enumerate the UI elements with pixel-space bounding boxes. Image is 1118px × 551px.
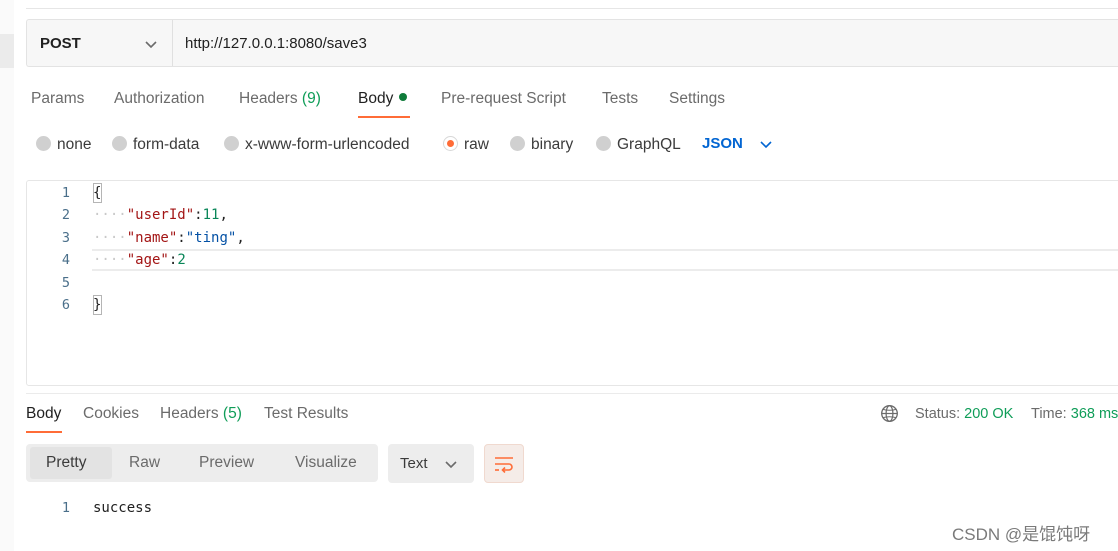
view-raw-button[interactable]: Raw [129,454,160,472]
code-line: } [93,297,102,313]
active-tab-indicator [358,116,410,118]
top-divider [26,8,1118,9]
json-key: "name" [126,230,178,246]
line-number: 1 [61,185,70,201]
current-line-highlight [92,249,1118,271]
tab-authorization[interactable]: Authorization [114,90,204,108]
method-label: POST [40,35,81,52]
code-line: ····"age":2 [93,252,186,268]
tab-body-label: Body [358,90,394,107]
response-format-select[interactable]: Text [388,444,474,483]
json-colon: : [194,207,203,223]
wrap-lines-icon [495,457,513,473]
radio-binary-label[interactable]: binary [531,136,573,154]
status-value: 200 OK [964,406,1014,422]
json-colon: : [177,230,186,246]
view-preview-button[interactable]: Preview [199,454,254,472]
wrap-lines-button[interactable] [484,444,524,483]
line-number: 4 [61,252,70,268]
format-select[interactable]: JSON [702,135,743,152]
view-visualize-button[interactable]: Visualize [295,454,357,472]
time-value: 368 ms [1070,406,1118,422]
url-bar: POST http://127.0.0.1:8080/save3 [26,19,1118,67]
radio-form-data-label[interactable]: form-data [133,136,199,154]
response-divider [26,393,1118,394]
json-key: "userId" [126,207,195,223]
radio-none[interactable] [36,136,51,151]
tab-prerequest-script[interactable]: Pre-request Script [441,90,566,108]
tab-headers-label: Headers [239,90,298,107]
tab-params[interactable]: Params [31,90,84,108]
radio-urlencoded[interactable] [224,136,239,151]
code-line: ····"name":"ting", [93,230,245,246]
line-number: 1 [61,500,70,516]
radio-none-label[interactable]: none [57,136,91,154]
tab-headers-count: (9) [301,90,321,107]
url-input[interactable]: http://127.0.0.1:8080/save3 [185,35,367,52]
sidebar-selected-item[interactable] [0,34,14,68]
line-number: 6 [61,297,70,313]
status-indicator[interactable]: Status: 200 OK [915,406,1013,422]
chevron-down-icon[interactable] [759,137,773,151]
watermark: CSDN @是馄饨呀 [952,525,1091,544]
tab-body[interactable]: Body [358,90,408,108]
globe-icon[interactable] [880,404,899,423]
time-label: Time: [1031,406,1067,422]
chevron-down-icon [145,41,157,49]
tab-headers[interactable]: Headers (9) [239,90,321,108]
tab-settings[interactable]: Settings [669,90,725,108]
indent-guide: ···· [93,230,127,246]
json-comma: , [219,207,228,223]
radio-raw[interactable] [443,136,458,151]
response-body-text: success [93,500,153,516]
tab-tests[interactable]: Tests [602,90,638,108]
code-line: ····"userId":11, [93,207,228,223]
body-modified-dot [399,93,408,101]
status-label: Status: [915,406,961,422]
json-comma: , [236,230,245,246]
chevron-down-icon [445,461,457,469]
response-tab-headers-count: (5) [222,405,242,422]
code-line: { [93,185,102,201]
radio-form-data[interactable] [112,136,127,151]
json-value: 2 [177,252,186,268]
method-select[interactable]: POST [27,20,173,66]
response-tab-headers-label: Headers [160,405,219,422]
line-number: 3 [61,230,70,246]
radio-graphql-label[interactable]: GraphQL [617,136,681,154]
indent-guide: ···· [93,207,127,223]
json-value: 11 [202,207,220,223]
radio-raw-label[interactable]: raw [464,136,489,154]
left-sidebar-strip [0,0,14,551]
response-tab-test-results[interactable]: Test Results [264,405,348,423]
response-tab-cookies[interactable]: Cookies [83,405,139,423]
response-tab-body[interactable]: Body [26,405,61,423]
response-format-label: Text [400,455,428,472]
json-key: "age" [126,252,169,268]
time-indicator[interactable]: Time: 368 ms [1031,406,1118,422]
radio-urlencoded-label[interactable]: x-www-form-urlencoded [245,136,410,154]
json-value: "ting" [185,230,237,246]
active-response-tab-indicator [26,431,62,433]
radio-binary[interactable] [510,136,525,151]
line-number: 5 [61,275,70,291]
radio-graphql[interactable] [596,136,611,151]
response-tab-headers[interactable]: Headers (5) [160,405,242,423]
view-pretty-button[interactable]: Pretty [46,454,86,472]
indent-guide: ···· [93,252,127,268]
line-number: 2 [61,207,70,223]
